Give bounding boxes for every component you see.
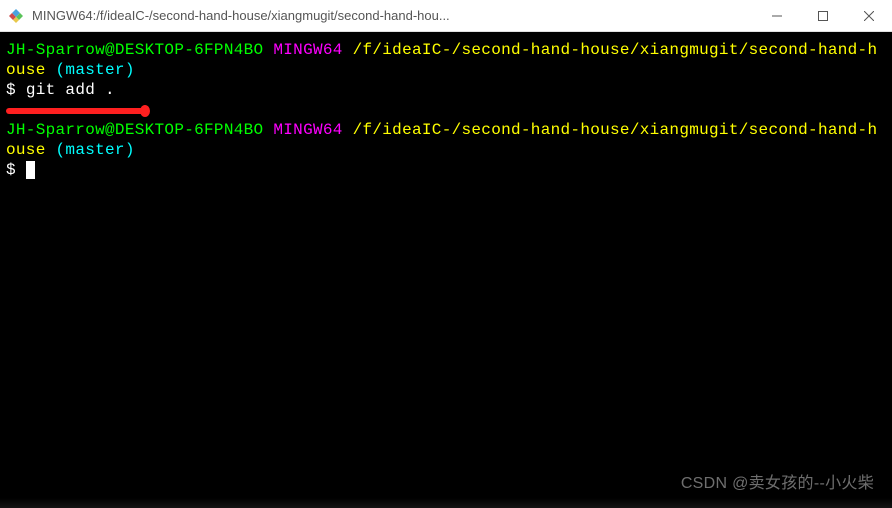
- command-text: git add .: [26, 81, 115, 99]
- window-title: MINGW64:/f/ideaIC-/second-hand-house/xia…: [32, 8, 754, 23]
- app-icon: [8, 8, 24, 24]
- command-line: $: [6, 160, 886, 180]
- prompt-symbol: $: [6, 161, 16, 179]
- terminal-area[interactable]: JH-Sparrow@DESKTOP-6FPN4BO MINGW64 /f/id…: [0, 32, 892, 508]
- titlebar: MINGW64:/f/ideaIC-/second-hand-house/xia…: [0, 0, 892, 32]
- user-host: JH-Sparrow@DESKTOP-6FPN4BO: [6, 121, 263, 139]
- window-controls: [754, 0, 892, 31]
- maximize-button[interactable]: [800, 0, 846, 31]
- annotation-underline: [6, 108, 146, 114]
- prompt-line: JH-Sparrow@DESKTOP-6FPN4BO MINGW64 /f/id…: [6, 120, 886, 160]
- close-button[interactable]: [846, 0, 892, 31]
- prompt-line: JH-Sparrow@DESKTOP-6FPN4BO MINGW64 /f/id…: [6, 40, 886, 80]
- user-host: JH-Sparrow@DESKTOP-6FPN4BO: [6, 41, 263, 59]
- prompt-symbol: $: [6, 81, 16, 99]
- command-line: $ git add .: [6, 80, 886, 100]
- watermark-text: CSDN @卖女孩的--小火柴: [681, 474, 874, 494]
- terminal-window: MINGW64:/f/ideaIC-/second-hand-house/xia…: [0, 0, 892, 508]
- shell-name: MINGW64: [273, 121, 342, 139]
- cursor: [26, 161, 35, 179]
- bottom-shadow: [0, 498, 892, 508]
- branch: (master): [56, 61, 135, 79]
- shell-name: MINGW64: [273, 41, 342, 59]
- minimize-button[interactable]: [754, 0, 800, 31]
- branch: (master): [56, 141, 135, 159]
